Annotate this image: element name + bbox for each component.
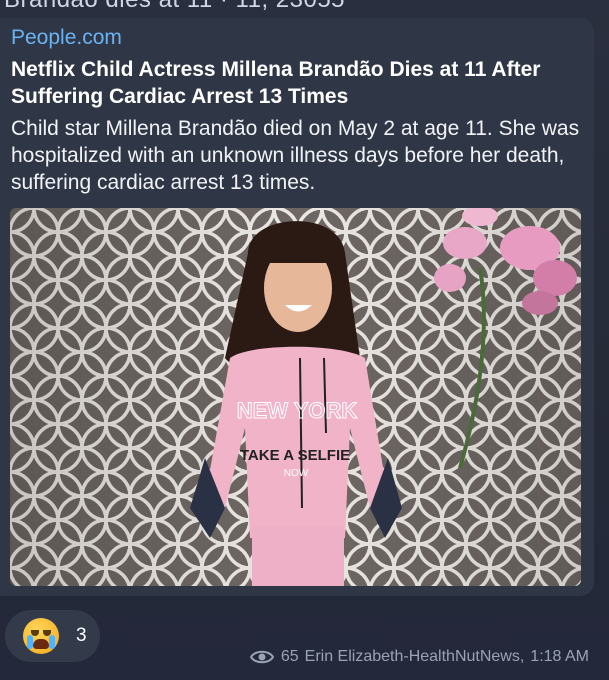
view-count: 65: [280, 648, 299, 665]
link-preview-headline[interactable]: Netflix Child Actress Millena Brandão Di…: [11, 56, 571, 110]
post-author: Erin Elizabeth-HealthNutNews,: [304, 648, 525, 665]
shirt-text-line3: NOW: [284, 468, 309, 479]
post-time: 1:18 AM: [530, 648, 589, 665]
crying-face-icon: [23, 618, 59, 654]
link-preview-source[interactable]: People.com: [11, 26, 122, 50]
reaction-count: 3: [76, 625, 87, 646]
shirt-text-line2: TAKE A SELFIE: [240, 447, 350, 464]
message-meta: 65 Erin Elizabeth-HealthNutNews, 1:18 AM: [249, 648, 589, 666]
previous-message-fragment: Brandão dies at 11 · 11, 23055: [4, 0, 345, 14]
shirt-text-line1: NEW YORK: [237, 398, 358, 423]
link-preview-description: Child star Millena Brandão died on May 2…: [11, 117, 580, 194]
views-eye-icon: [249, 650, 274, 664]
link-preview-image[interactable]: NEW YORK TAKE A SELFIE NOW: [10, 208, 581, 586]
reaction-pill[interactable]: 3: [5, 610, 100, 662]
